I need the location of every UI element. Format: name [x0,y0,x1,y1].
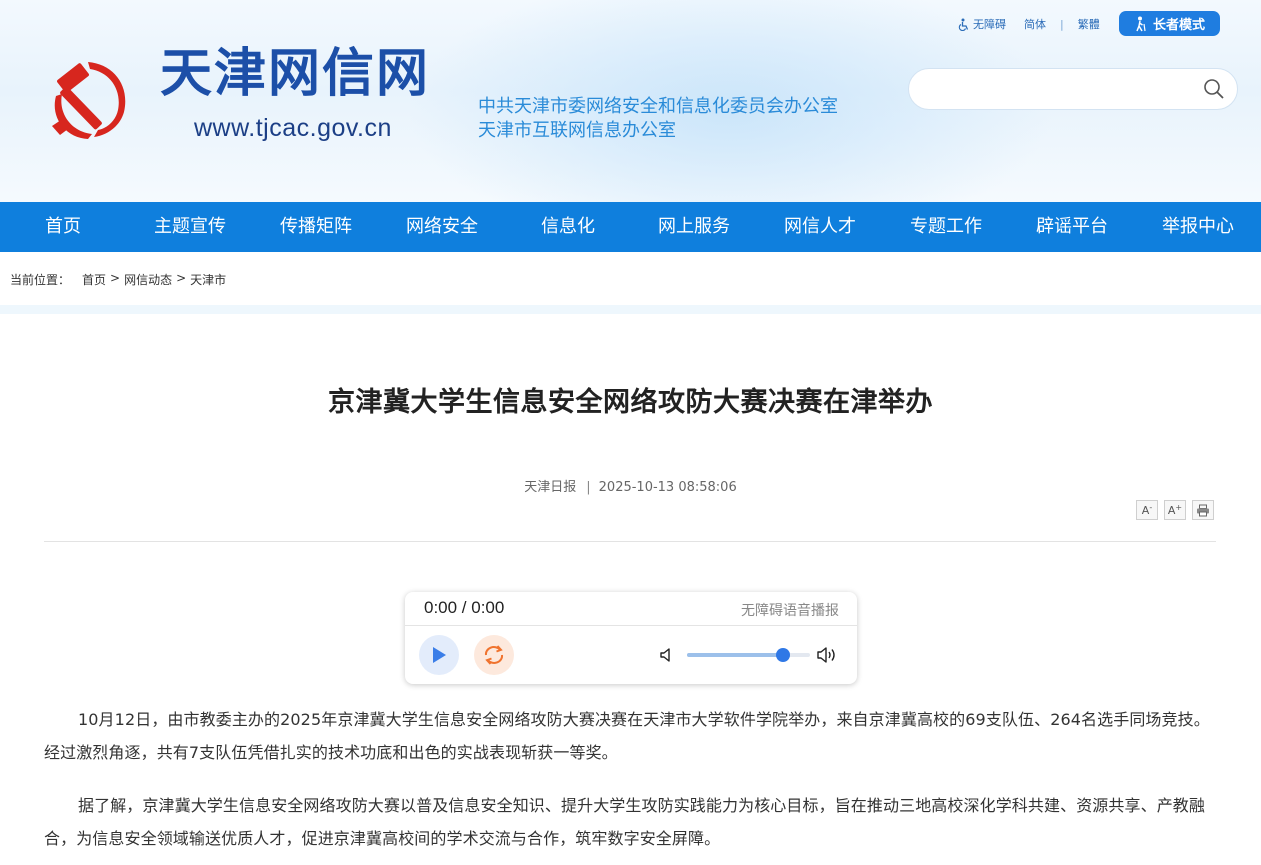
accessibility-link-label: 无障碍 [973,18,1006,31]
nav-item-cybersecurity[interactable]: 网络安全 [406,202,478,252]
breadcrumb-home[interactable]: 首页 [82,271,106,288]
search-icon[interactable] [1203,78,1225,100]
elder-mode-label: 长者模式 [1152,18,1205,33]
nav-item-home[interactable]: 首页 [45,202,81,252]
play-button[interactable] [419,635,459,675]
nav-item-report-center[interactable]: 举报中心 [1162,202,1234,252]
main-nav: 首页 主题宣传 传播矩阵 网络安全 信息化 网上服务 网信人才 专题工作 辟谣平… [0,202,1261,252]
breadcrumb-separator: > [110,271,121,285]
player-time: 0:00 / 0:00 [424,598,505,617]
nav-item-media-matrix[interactable]: 传播矩阵 [280,202,352,252]
print-button[interactable] [1192,500,1214,520]
simplified-chinese-link[interactable]: 简体 [1024,16,1046,32]
audio-player: 0:00 / 0:00 无障碍语音播报 [405,592,857,684]
article-title: 京津冀大学生信息安全网络攻防大赛决赛在津举办 [328,387,933,418]
article-paragraph: 据了解，京津冀大学生信息安全网络攻防大赛以普及信息安全知识、提升大学生攻防实践能… [44,796,1206,848]
print-icon [1197,504,1209,516]
player-label: 无障碍语音播报 [741,603,839,619]
party-emblem-icon [52,62,126,139]
wheelchair-icon [958,18,969,31]
section-strip [0,305,1261,314]
org-name-line-1: 中共天津市委网络安全和信息化委员会办公室 [478,96,838,117]
volume-high-icon[interactable] [816,646,838,664]
nav-item-online-services[interactable]: 网上服务 [658,202,730,252]
nav-item-rumor-refuting[interactable]: 辟谣平台 [1036,202,1108,252]
breadcrumb-tianjin[interactable]: 天津市 [190,271,226,288]
loop-icon [484,645,504,665]
nav-item-theme-publicity[interactable]: 主题宣传 [154,202,226,252]
site-url[interactable]: www.tjcac.gov.cn [194,114,392,143]
search-input[interactable] [927,77,1187,101]
volume-slider[interactable] [687,648,810,662]
site-header: 天津网信网 www.tjcac.gov.cn 中共天津市委网络安全和信息化委员会… [0,0,1261,202]
breadcrumb-news[interactable]: 网信动态 [124,271,172,288]
font-decrease-button[interactable]: A- [1136,500,1158,520]
player-divider [405,625,857,626]
nav-item-informatization[interactable]: 信息化 [541,202,595,252]
article-meta: 天津日报 | 2025-10-13 08:58:06 [0,476,1261,495]
meta-separator: | [586,480,591,495]
breadcrumb-separator: > [176,271,187,285]
font-increase-sign: + [1175,502,1183,512]
nav-item-talent[interactable]: 网信人才 [784,202,856,252]
font-increase-letter: A [1167,503,1176,517]
article-datetime: 2025-10-13 08:58:06 [598,480,737,495]
top-links: 无障碍 简体 | 繁體 [958,16,1100,32]
article-tools: A- A + [1136,500,1214,520]
loop-button[interactable] [474,635,514,675]
volume-fill [687,653,783,657]
article-paragraph: 10月12日，由市教委主办的2025年京津冀大学生信息安全网络攻防大赛决赛在天津… [44,710,1210,762]
traditional-chinese-link[interactable]: 繁體 [1078,16,1100,32]
link-separator: | [1060,17,1064,31]
font-decrease-sign: - [1149,502,1153,512]
title-divider [44,541,1216,542]
volume-low-icon[interactable] [659,647,675,663]
font-decrease-letter: A [1141,503,1150,517]
elder-mode-button[interactable]: 长者模式 [1119,11,1220,36]
breadcrumb: 当前位置： 首页 > 网信动态 > 天津市 [10,271,226,288]
article-source: 天津日报 [524,480,577,495]
search-box [908,68,1238,110]
breadcrumb-label: 当前位置： [10,273,71,287]
font-increase-button[interactable]: A + [1164,500,1186,520]
org-name-line-2: 天津市互联网信息办公室 [478,120,676,141]
volume-handle[interactable] [775,648,790,662]
accessibility-link[interactable]: 无障碍 [958,16,1006,32]
nav-item-special-work[interactable]: 专题工作 [910,202,982,252]
site-title[interactable]: 天津网信网 [160,48,430,100]
elder-icon [1136,16,1146,31]
play-icon [433,647,446,663]
